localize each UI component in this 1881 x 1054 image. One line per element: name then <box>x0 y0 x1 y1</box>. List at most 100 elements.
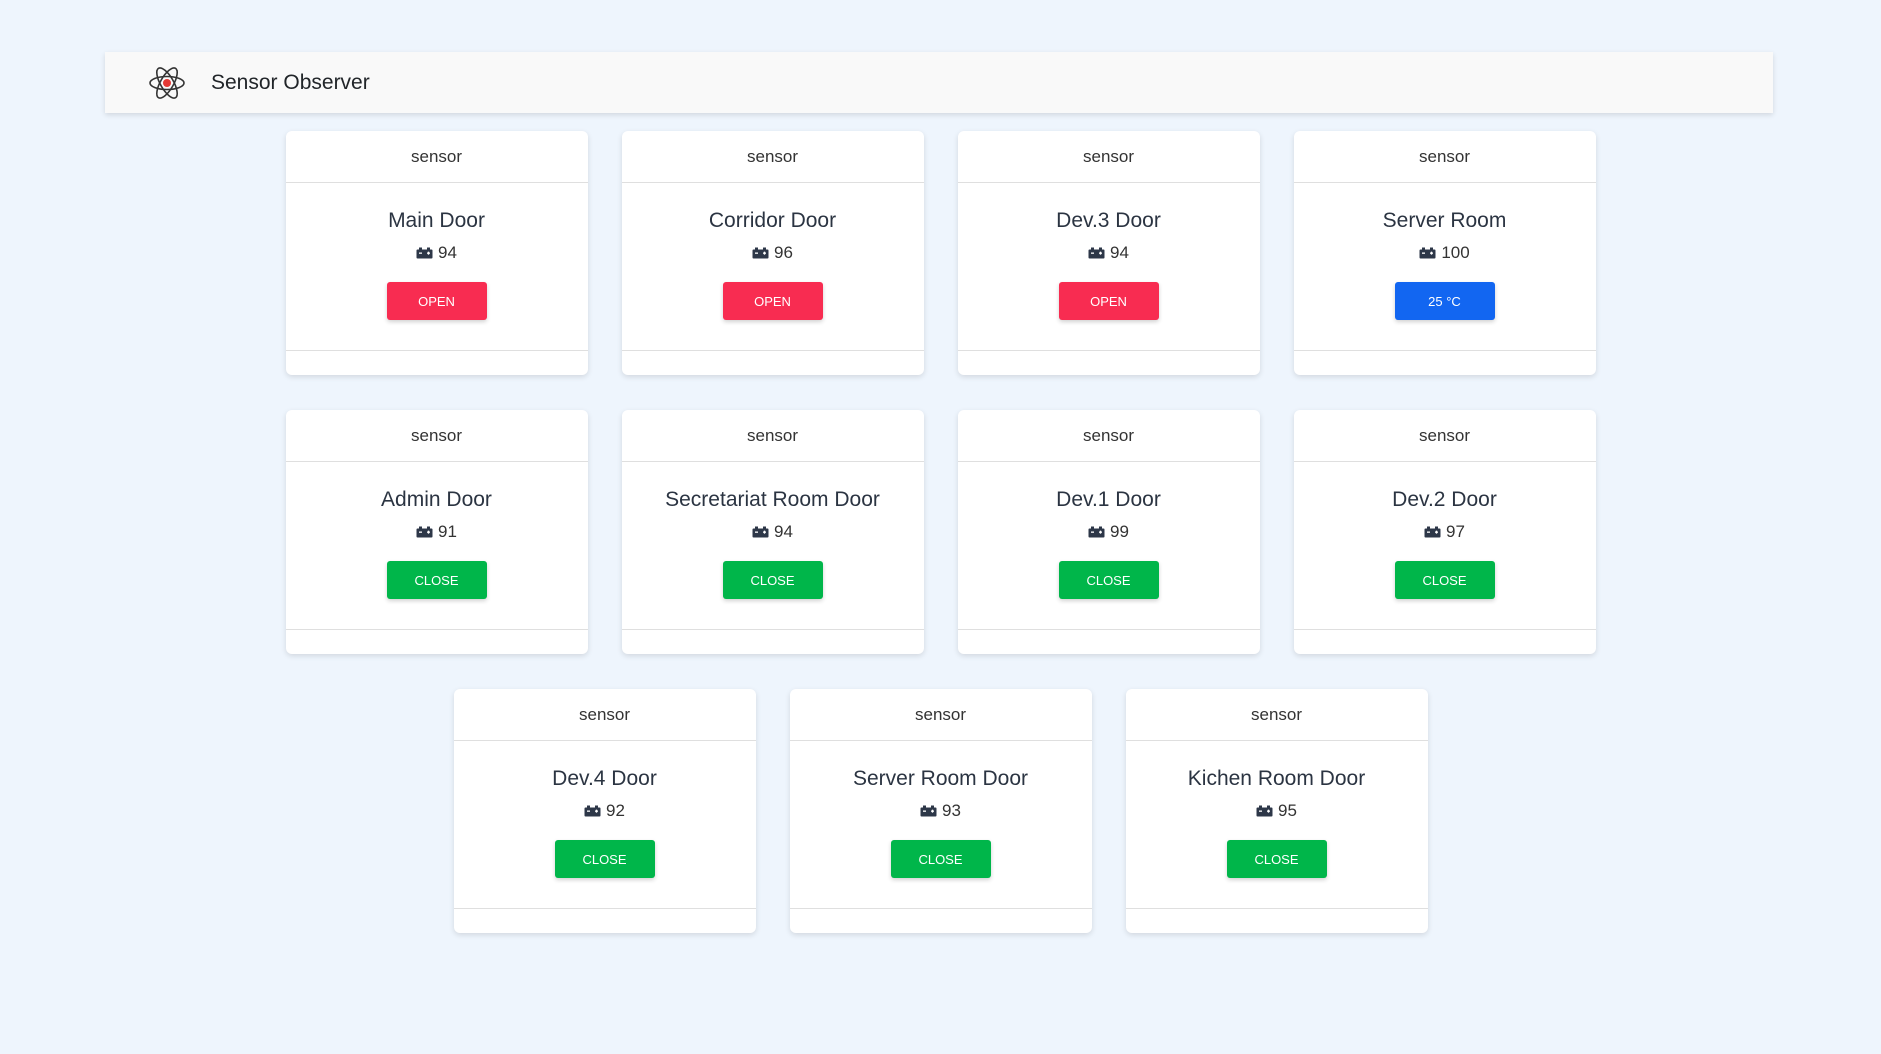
card-header: sensor <box>1293 131 1596 183</box>
card-header: sensor <box>789 689 1092 741</box>
card-footer <box>958 351 1260 375</box>
card-header: sensor <box>453 689 756 741</box>
sensor-card: sensor Secretariat Room Door 94 CLOSE <box>621 410 924 654</box>
battery-icon <box>1256 805 1273 817</box>
battery-value: 92 <box>606 801 625 820</box>
card-body: Admin Door 91 CLOSE <box>285 462 588 630</box>
sensor-card: sensor Dev.4 Door 92 CLOSE <box>453 689 756 933</box>
battery-value: 97 <box>1446 522 1465 541</box>
card-body: Dev.4 Door 92 CLOSE <box>453 741 756 909</box>
battery-level: 99 <box>1088 522 1129 542</box>
card-footer <box>454 909 756 933</box>
card-header: sensor <box>1293 410 1596 462</box>
card-header: sensor <box>285 410 588 462</box>
sensor-name: Server Room Door <box>852 767 1029 790</box>
sensor-card: sensor Dev.1 Door 99 CLOSE <box>957 410 1260 654</box>
sensor-name: Server Room <box>1382 209 1507 232</box>
status-button[interactable]: CLOSE <box>386 561 487 599</box>
sensor-name: Secretariat Room Door <box>665 488 880 511</box>
battery-icon <box>752 526 769 538</box>
card-body: Secretariat Room Door 94 CLOSE <box>621 462 924 630</box>
temperature-button[interactable]: 25 °C <box>1394 282 1495 320</box>
card-header: sensor <box>621 131 924 183</box>
battery-value: 94 <box>774 522 793 541</box>
battery-value: 93 <box>942 801 961 820</box>
battery-level: 92 <box>584 801 625 821</box>
battery-icon <box>416 247 433 259</box>
card-body: Main Door 94 OPEN <box>285 183 588 351</box>
sensor-name: Dev.1 Door <box>1056 488 1161 511</box>
card-body: Server Room Door 93 CLOSE <box>789 741 1092 909</box>
status-button[interactable]: CLOSE <box>1226 840 1327 878</box>
battery-value: 95 <box>1278 801 1297 820</box>
card-header: sensor <box>957 410 1260 462</box>
status-button[interactable]: OPEN <box>722 282 823 320</box>
status-button[interactable]: CLOSE <box>890 840 991 878</box>
battery-level: 97 <box>1424 522 1465 542</box>
sensor-card: sensor Dev.2 Door 97 CLOSE <box>1293 410 1596 654</box>
atom-icon[interactable] <box>147 63 187 103</box>
card-footer <box>286 351 588 375</box>
card-footer <box>622 351 924 375</box>
battery-level: 100 <box>1419 243 1470 263</box>
sensor-card: sensor Corridor Door 96 OPEN <box>621 131 924 375</box>
battery-level: 94 <box>752 522 793 542</box>
battery-value: 94 <box>438 243 457 262</box>
sensor-row: sensor Dev.4 Door 92 CLOSE sensor Server… <box>0 689 1881 933</box>
sensor-name: Admin Door <box>381 488 492 511</box>
card-footer <box>1294 630 1596 654</box>
card-footer <box>286 630 588 654</box>
card-footer <box>622 630 924 654</box>
card-header: sensor <box>957 131 1260 183</box>
card-body: Server Room 100 25 °C <box>1293 183 1596 351</box>
battery-value: 94 <box>1110 243 1129 262</box>
card-body: Dev.3 Door 94 OPEN <box>957 183 1260 351</box>
sensor-name: Corridor Door <box>708 209 837 232</box>
status-button[interactable]: OPEN <box>1058 282 1159 320</box>
brand-title[interactable]: Sensor Observer <box>211 71 370 95</box>
card-footer <box>790 909 1092 933</box>
battery-value: 99 <box>1110 522 1129 541</box>
sensor-name: Kichen Room Door <box>1187 767 1366 790</box>
battery-icon <box>920 805 937 817</box>
battery-icon <box>752 247 769 259</box>
card-footer <box>958 630 1260 654</box>
status-button[interactable]: CLOSE <box>1394 561 1495 599</box>
sensor-card: sensor Server Room 100 25 °C <box>1293 131 1596 375</box>
sensor-name: Dev.2 Door <box>1392 488 1497 511</box>
battery-icon <box>584 805 601 817</box>
card-body: Dev.2 Door 97 CLOSE <box>1293 462 1596 630</box>
card-footer <box>1126 909 1428 933</box>
card-footer <box>1294 351 1596 375</box>
battery-icon <box>416 526 433 538</box>
card-body: Dev.1 Door 99 CLOSE <box>957 462 1260 630</box>
battery-icon <box>1088 247 1105 259</box>
status-button[interactable]: CLOSE <box>722 561 823 599</box>
card-body: Corridor Door 96 OPEN <box>621 183 924 351</box>
battery-value: 91 <box>438 522 457 541</box>
battery-value: 96 <box>774 243 793 262</box>
sensor-card: sensor Server Room Door 93 CLOSE <box>789 689 1092 933</box>
card-header: sensor <box>285 131 588 183</box>
sensor-name: Dev.4 Door <box>552 767 657 790</box>
sensor-name: Dev.3 Door <box>1056 209 1161 232</box>
sensor-card: sensor Main Door 94 OPEN <box>285 131 588 375</box>
battery-level: 94 <box>416 243 457 263</box>
status-button[interactable]: CLOSE <box>1058 561 1159 599</box>
battery-level: 96 <box>752 243 793 263</box>
battery-level: 95 <box>1256 801 1297 821</box>
battery-icon <box>1419 247 1436 259</box>
sensor-card: sensor Admin Door 91 CLOSE <box>285 410 588 654</box>
battery-icon <box>1088 526 1105 538</box>
battery-level: 94 <box>1088 243 1129 263</box>
sensor-row: sensor Admin Door 91 CLOSE sensor Secret… <box>0 410 1881 654</box>
sensor-card: sensor Dev.3 Door 94 OPEN <box>957 131 1260 375</box>
card-header: sensor <box>1125 689 1428 741</box>
battery-icon <box>1424 526 1441 538</box>
sensor-row: sensor Main Door 94 OPEN sensor Corridor… <box>0 131 1881 375</box>
status-button[interactable]: CLOSE <box>554 840 655 878</box>
status-button[interactable]: OPEN <box>386 282 487 320</box>
sensor-name: Main Door <box>388 209 485 232</box>
battery-level: 91 <box>416 522 457 542</box>
sensor-card: sensor Kichen Room Door 95 CLOSE <box>1125 689 1428 933</box>
